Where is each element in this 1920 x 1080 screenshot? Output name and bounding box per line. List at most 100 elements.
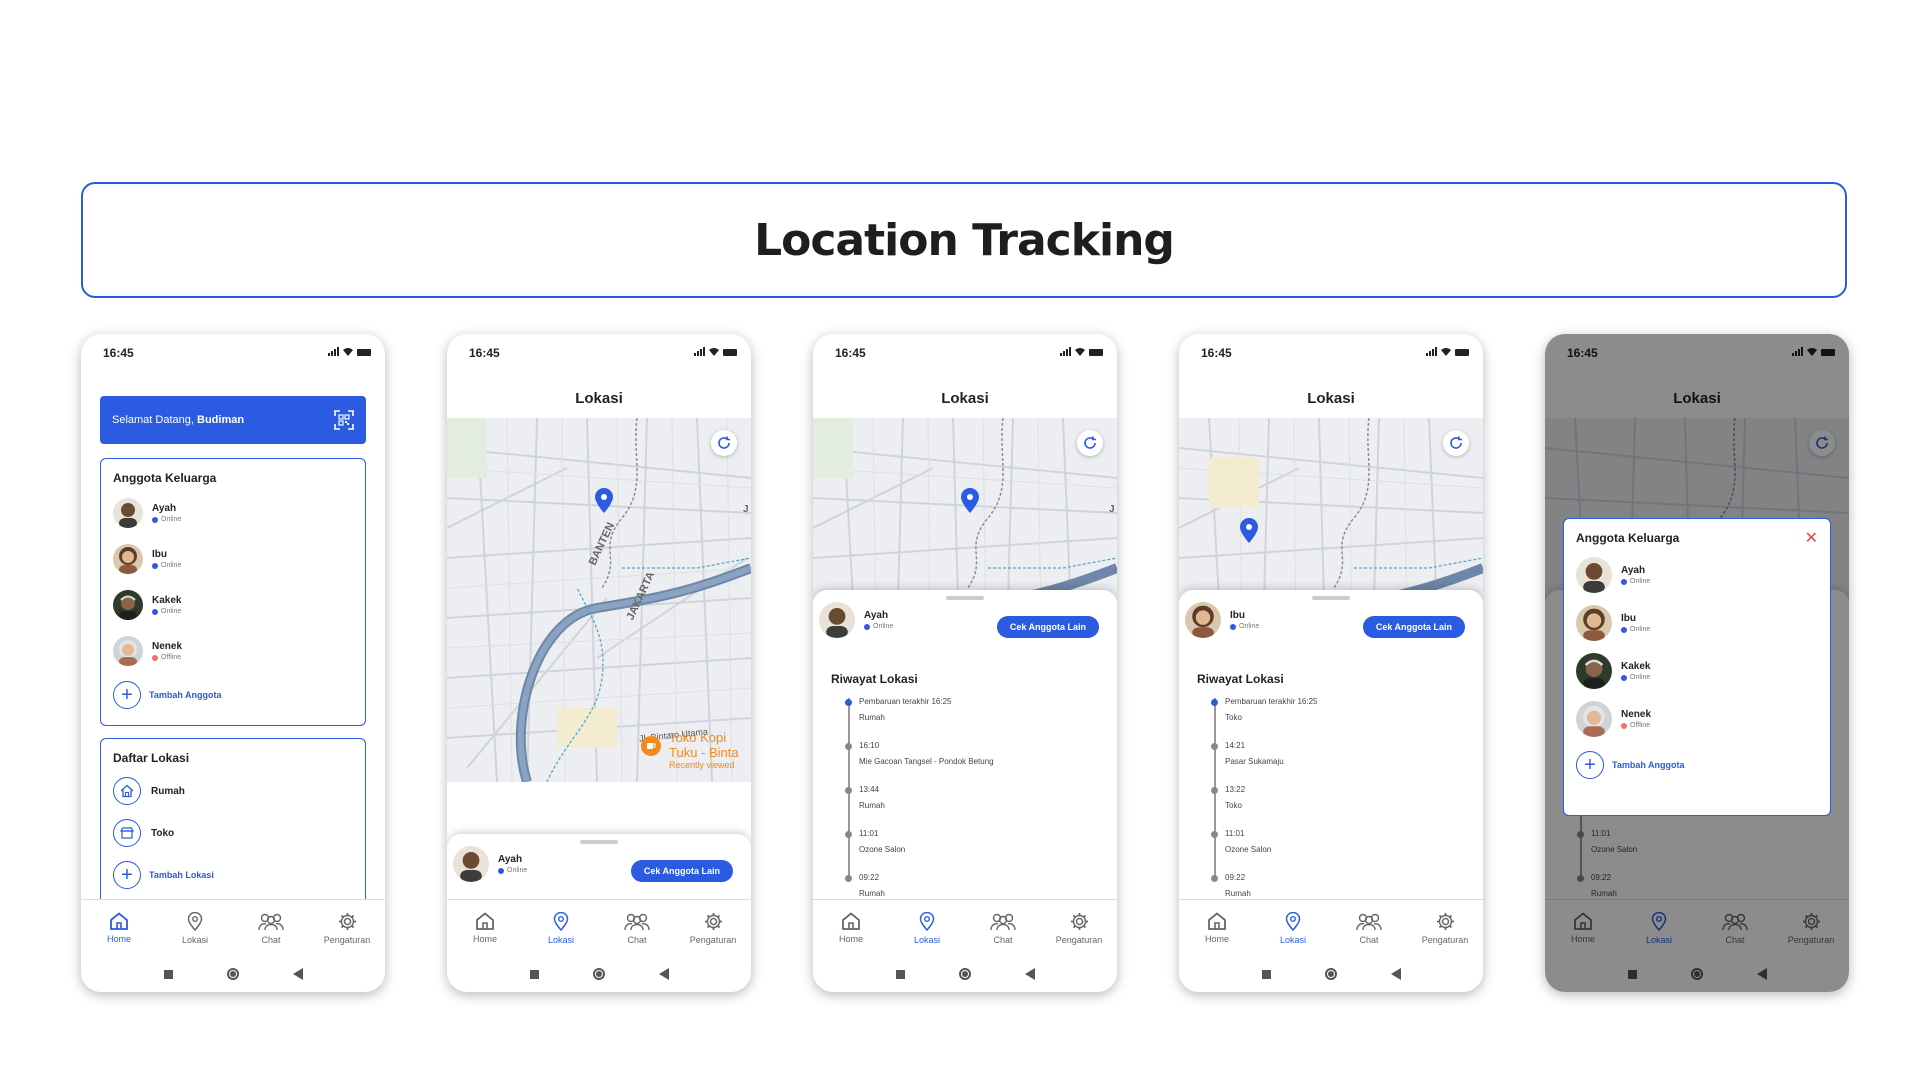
system-home-button[interactable] [958,968,971,980]
add-member-label: Tambah Anggota [149,690,222,700]
member-row-ibu[interactable]: Ibu Online [113,541,365,577]
member-status-text: Online [1630,626,1651,633]
member-status-text: Offline [161,654,182,661]
system-back-button[interactable] [658,968,669,980]
signal-icon [1060,347,1071,356]
history-place: Ozone Salon [859,845,906,854]
bottom-nav: Home Lokasi Chat Pengaturan [1179,899,1483,956]
nav-chat[interactable]: Chat [965,900,1041,956]
home-icon [1208,912,1226,930]
wifi-icon [343,348,353,356]
member-status: Online [864,623,893,630]
online-dot [498,867,504,874]
nav-home[interactable]: Home [1179,900,1255,956]
system-home-button[interactable] [226,968,239,980]
member-row-kakek[interactable]: Kakek Online [1576,653,1830,689]
location-row-rumah[interactable]: Rumah [113,775,365,807]
welcome-banner: Selamat Datang, Budiman [100,396,366,444]
modal-title: Anggota Keluarga [1576,531,1680,545]
history-place: Mie Gacoan Tangsel - Pondok Betung [859,757,994,766]
home-icon [113,777,141,805]
nav-lokasi[interactable]: Lokasi [523,900,599,956]
recent-apps-button[interactable] [895,969,905,979]
member-row-ayah[interactable]: Ayah Online [113,495,365,531]
member-row-nenek[interactable]: Nenek Offline [1576,701,1830,737]
add-member-button[interactable]: + Tambah Anggota [1576,749,1830,781]
member-row-ayah[interactable]: Ayah Online [1576,557,1830,593]
member-status-text: Online [161,562,182,569]
qr-scan-icon[interactable] [334,410,354,430]
member-row-nenek[interactable]: Nenek Offline [113,633,365,669]
history-time: 09:22 [1225,873,1246,882]
nav-lokasi[interactable]: Lokasi [157,900,233,956]
timeline-dot [845,875,852,882]
refresh-button[interactable] [711,430,737,456]
avatar [113,636,143,666]
check-other-member-button[interactable]: Cek Anggota Lain [996,616,1099,638]
nav-lokasi[interactable]: Lokasi [1255,900,1331,956]
refresh-button[interactable] [1077,430,1103,456]
member-row-kakek[interactable]: Kakek Online [113,587,365,623]
home-icon [476,912,494,930]
system-home-button[interactable] [592,968,605,980]
timeline-dot [845,743,852,750]
location-history-sheet: Ibu Online Cek Anggota Lain Riwayat Lokas… [1179,590,1483,926]
member-row-ibu[interactable]: Ibu Online [1576,605,1830,641]
location-pin-icon [187,911,203,931]
group-chat-icon [258,913,284,930]
coffee-shop-icon[interactable] [641,736,661,756]
nav-chat[interactable]: Chat [233,900,309,956]
refresh-button[interactable] [1443,430,1469,456]
avatar [113,544,143,574]
nav-lokasi[interactable]: Lokasi [889,900,965,956]
nav-label: Lokasi [547,934,574,945]
nav-home[interactable]: Home [447,900,523,956]
location-row-toko[interactable]: Toko [113,817,365,849]
sheet-handle[interactable] [580,840,618,844]
check-other-member-button[interactable]: Cek Anggota Lain [630,860,733,882]
offline-dot [152,654,158,661]
phone-member-picker-screen: 16:45 Lokasi 11:01 Ozone Salon 09:22 Rumah… [1545,334,1849,992]
nav-chat[interactable]: Chat [1331,900,1407,956]
close-icon[interactable]: ✕ [1805,528,1818,548]
nav-chat[interactable]: Chat [599,900,675,956]
recent-apps-button[interactable] [163,969,173,979]
member-status: Online [1621,674,1650,681]
member-status-text: Online [1630,578,1651,585]
nav-settings[interactable]: Pengaturan [1407,900,1483,956]
recent-apps-button[interactable] [1261,969,1271,979]
system-home-button[interactable] [1324,968,1337,980]
system-back-button[interactable] [1390,968,1401,980]
member-status: Online [1621,626,1650,633]
map-view[interactable]: BANTEN JAKARTA J Jl. Bintaro Utama Toko … [447,418,751,782]
add-member-button[interactable]: + Tambah Anggota [113,679,365,711]
bottom-nav: Home Lokasi Chat Pengaturan [81,899,385,956]
member-location-pin[interactable] [594,488,614,514]
nav-label: Home [472,934,497,944]
system-nav-bar [1179,956,1483,992]
sheet-handle[interactable] [1312,596,1350,600]
member-location-pin[interactable] [960,488,980,514]
family-members-card: Anggota Keluarga Ayah Online Ibu Online Ka… [100,458,366,726]
nav-settings[interactable]: Pengaturan [1041,900,1117,956]
check-other-member-button[interactable]: Cek Anggota Lain [1362,616,1465,638]
nav-home[interactable]: Home [813,900,889,956]
system-back-button[interactable] [1024,968,1035,980]
nav-settings[interactable]: Pengaturan [675,900,751,956]
recent-apps-button[interactable] [529,969,539,979]
nav-settings[interactable]: Pengaturan [309,900,385,956]
add-location-button[interactable]: + Tambah Lokasi [113,859,365,891]
member-name: Ibu [152,549,167,560]
online-dot [152,562,158,569]
member-status: Online [1621,578,1650,585]
member-location-pin[interactable] [1239,518,1259,544]
member-status-text: Online [1239,623,1260,630]
nav-home[interactable]: Home [81,900,157,956]
member-status: Online [152,608,181,615]
avatar [1576,701,1612,737]
system-back-button[interactable] [292,968,303,980]
nav-label: Chat [261,934,281,945]
bottom-nav: Home Lokasi Chat Pengaturan [447,899,751,956]
sheet-handle[interactable] [946,596,984,600]
group-chat-icon [624,913,650,930]
